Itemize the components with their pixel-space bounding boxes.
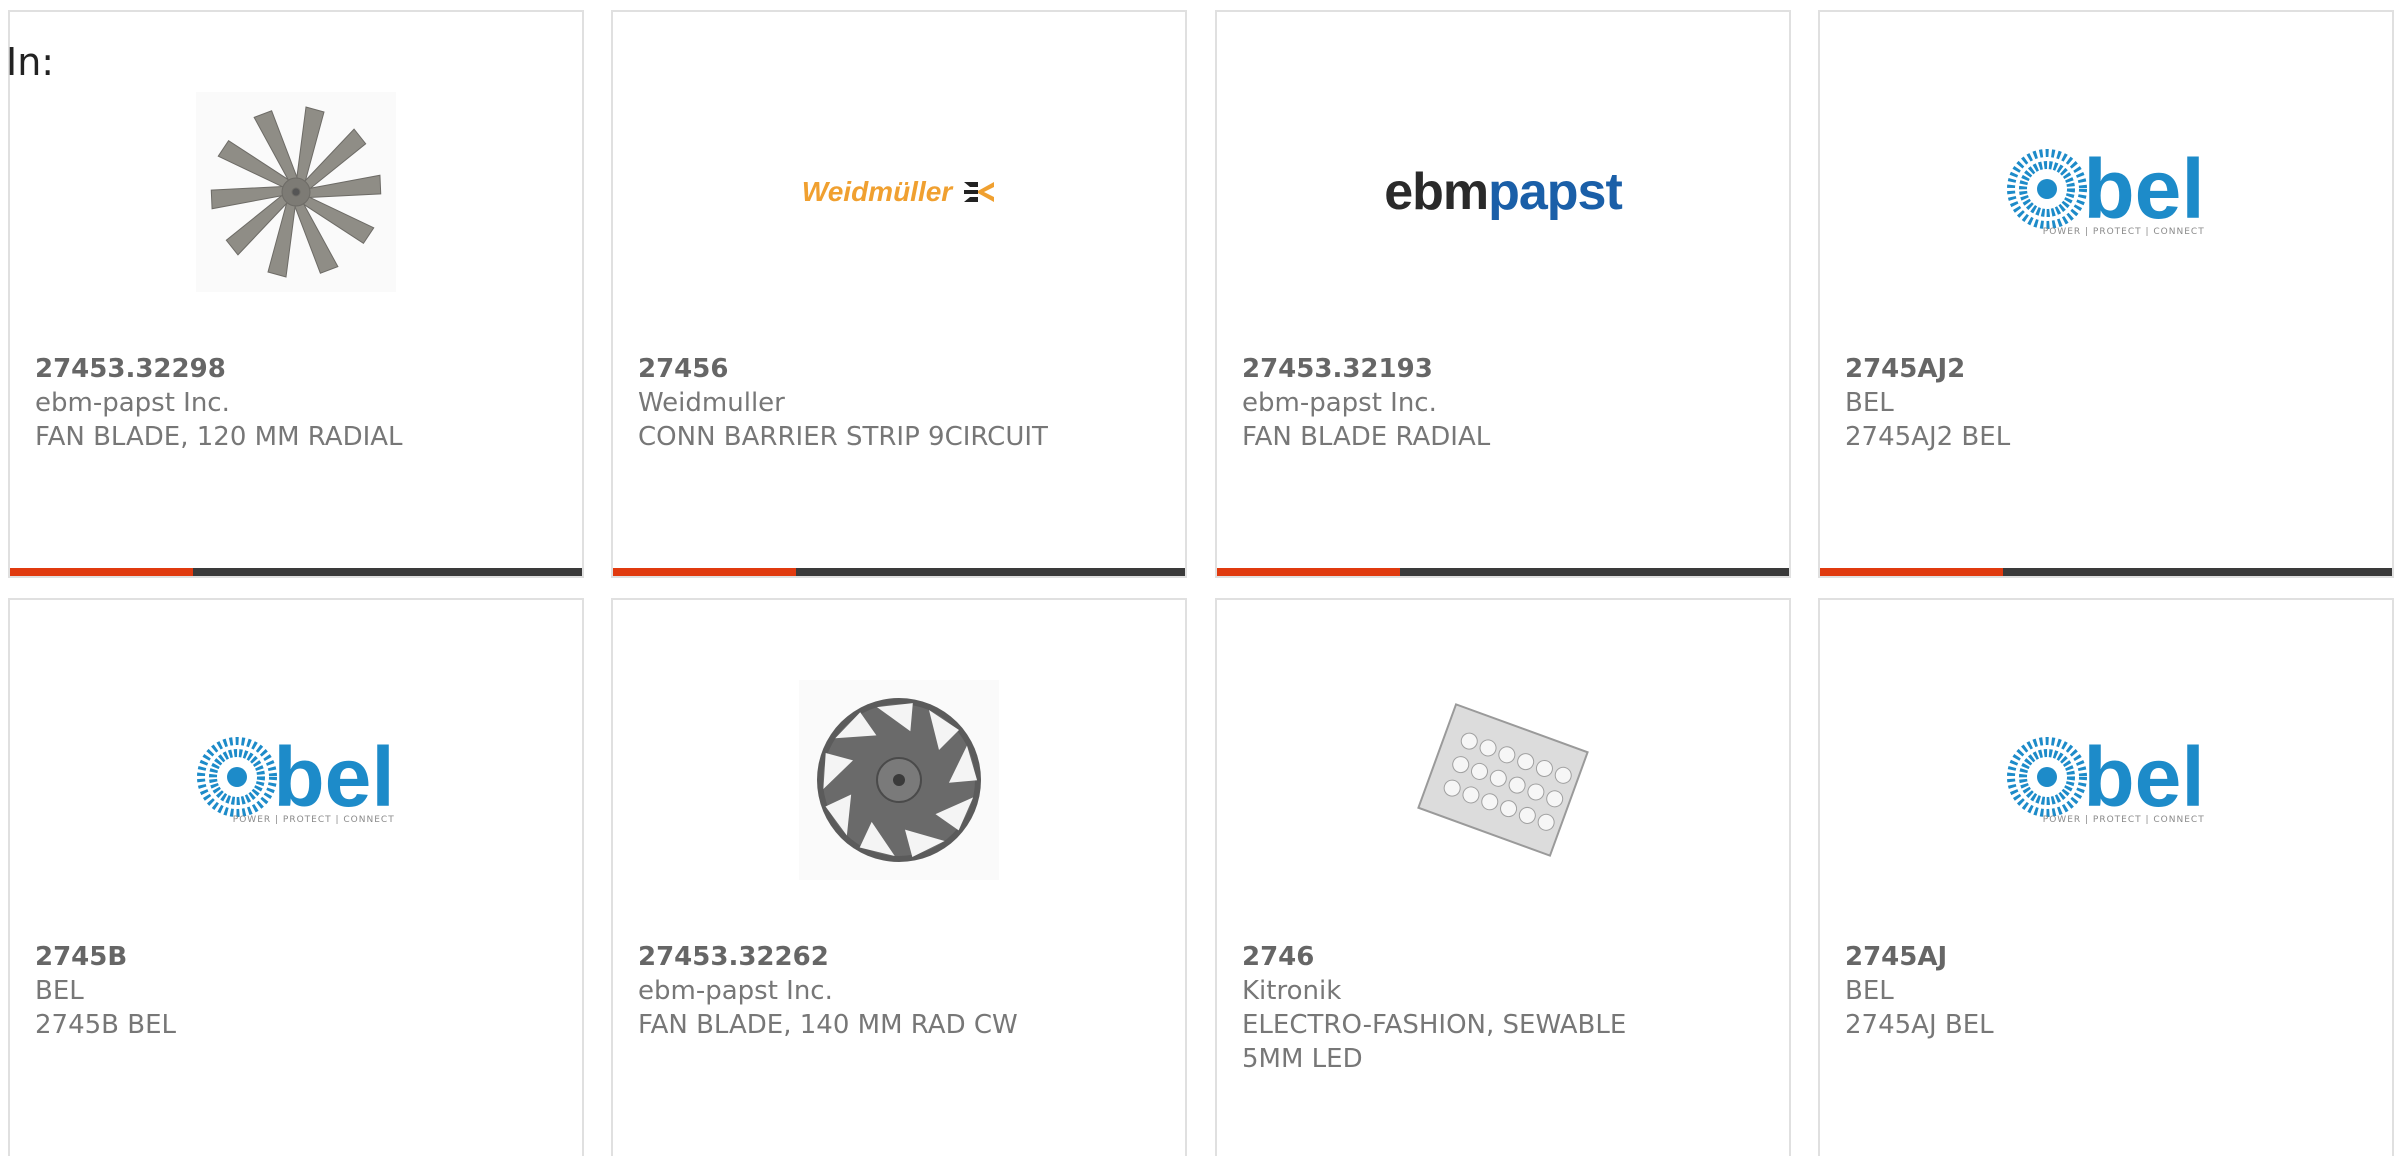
progress-bar: [1217, 568, 1789, 576]
logo-tagline: POWER | PROTECT | CONNECT: [232, 815, 395, 825]
product-image: bel POWER | PROTECT | CONNECT: [10, 660, 582, 900]
product-image: [613, 660, 1185, 900]
product-image: ebmpapst: [1217, 72, 1789, 312]
product-info: 2746 Kitronik ELECTRO-FASHION, SEWABLE 5…: [1242, 940, 1769, 1076]
manufacturer: BEL: [1845, 976, 1894, 1006]
description-line-1: ELECTRO-FASHION, SEWABLE: [1242, 1010, 1627, 1040]
description: FAN BLADE, 140 MM RAD CW: [638, 1010, 1018, 1040]
product-grid-page: In: 27453.32298 ebm-papst Inc. FAN BLADE…: [0, 0, 2400, 1156]
part-number[interactable]: 27453.32262: [638, 940, 1165, 974]
product-info: 2745B BEL 2745B BEL: [35, 940, 562, 1042]
description-line-2: 5MM LED: [1242, 1044, 1363, 1074]
fan-blade-icon: [196, 92, 396, 292]
product-info: 27453.32193 ebm-papst Inc. FAN BLADE RAD…: [1242, 352, 1769, 454]
description: 2745B BEL: [35, 1010, 177, 1040]
part-number[interactable]: 2745AJ: [1845, 940, 2372, 974]
product-info: 27453.32262 ebm-papst Inc. FAN BLADE, 14…: [638, 940, 1165, 1042]
bel-globe-icon: [2007, 149, 2088, 229]
product-info: 27456 Weidmuller CONN BARRIER STRIP 9CIR…: [638, 352, 1165, 454]
manufacturer: Weidmuller: [638, 388, 785, 418]
product-card[interactable]: 2746 Kitronik ELECTRO-FASHION, SEWABLE 5…: [1215, 598, 1791, 1156]
product-card[interactable]: 27453.32298 ebm-papst Inc. FAN BLADE, 12…: [8, 10, 584, 578]
part-number[interactable]: 2746: [1242, 940, 1769, 974]
product-card[interactable]: Weidmüller 27456 Weidmuller CONN BARRIER…: [611, 10, 1187, 578]
logo-text-papst: papst: [1488, 163, 1623, 221]
product-card[interactable]: bel POWER | PROTECT | CONNECT 2745B BEL …: [8, 598, 584, 1156]
product-image: [1217, 660, 1789, 900]
bel-globe-icon: [197, 737, 278, 817]
product-card[interactable]: bel POWER | PROTECT | CONNECT 2745AJ BEL…: [1818, 598, 2394, 1156]
manufacturer: ebm-papst Inc.: [35, 388, 230, 418]
progress-fill: [613, 568, 797, 576]
logo-text-ebm: ebm: [1384, 163, 1489, 221]
progress-bar: [613, 568, 1185, 576]
manufacturer: Kitronik: [1242, 976, 1342, 1006]
part-number[interactable]: 2745AJ2: [1845, 352, 2372, 386]
logo-text: bel: [2083, 142, 2205, 236]
product-card[interactable]: ebmpapst 27453.32193 ebm-papst Inc. FAN …: [1215, 10, 1791, 578]
product-image: Weidmüller: [613, 72, 1185, 312]
manufacturer: ebm-papst Inc.: [1242, 388, 1437, 418]
product-card[interactable]: bel POWER | PROTECT | CONNECT 2745AJ2 BE…: [1818, 10, 2394, 578]
progress-bar: [1820, 568, 2392, 576]
in-label: In:: [6, 40, 55, 84]
product-info: 2745AJ BEL 2745AJ BEL: [1845, 940, 2372, 1042]
part-number[interactable]: 2745B: [35, 940, 562, 974]
part-number[interactable]: 27453.32298: [35, 352, 562, 386]
description: 2745AJ2 BEL: [1845, 422, 2011, 452]
progress-fill: [10, 568, 194, 576]
progress-fill: [1820, 568, 2004, 576]
description: FAN BLADE, 120 MM RADIAL: [35, 422, 403, 452]
description: FAN BLADE RADIAL: [1242, 422, 1491, 452]
fan-wheel-icon: [799, 680, 999, 880]
bel-globe-icon: [2007, 737, 2088, 817]
manufacturer: BEL: [35, 976, 84, 1006]
progress-bar: [10, 568, 582, 576]
ebmpapst-logo-icon: ebmpapst: [1384, 162, 1623, 222]
description: CONN BARRIER STRIP 9CIRCUIT: [638, 422, 1048, 452]
bel-logo-icon: bel POWER | PROTECT | CONNECT: [197, 730, 395, 825]
logo-text: bel: [273, 730, 395, 824]
product-info: 27453.32298 ebm-papst Inc. FAN BLADE, 12…: [35, 352, 562, 454]
part-number[interactable]: 27456: [638, 352, 1165, 386]
product-card[interactable]: 27453.32262 ebm-papst Inc. FAN BLADE, 14…: [611, 598, 1187, 1156]
progress-fill: [1217, 568, 1401, 576]
manufacturer: ebm-papst Inc.: [638, 976, 833, 1006]
part-number[interactable]: 27453.32193: [1242, 352, 1769, 386]
weidmuller-mark-icon: [964, 182, 995, 202]
logo-tagline: POWER | PROTECT | CONNECT: [2042, 815, 2205, 825]
led-board-icon: [1417, 703, 1589, 857]
weidmuller-logo-icon: Weidmüller: [802, 176, 996, 208]
manufacturer: BEL: [1845, 388, 1894, 418]
product-image: [10, 72, 582, 312]
logo-tagline: POWER | PROTECT | CONNECT: [2042, 227, 2205, 237]
bel-logo-icon: bel POWER | PROTECT | CONNECT: [2007, 730, 2205, 825]
product-image: bel POWER | PROTECT | CONNECT: [1820, 72, 2392, 312]
logo-text: bel: [2083, 730, 2205, 824]
logo-text: Weidmüller: [801, 176, 953, 207]
product-image: bel POWER | PROTECT | CONNECT: [1820, 660, 2392, 900]
description: 2745AJ BEL: [1845, 1010, 1994, 1040]
product-info: 2745AJ2 BEL 2745AJ2 BEL: [1845, 352, 2372, 454]
bel-logo-icon: bel POWER | PROTECT | CONNECT: [2007, 142, 2205, 237]
